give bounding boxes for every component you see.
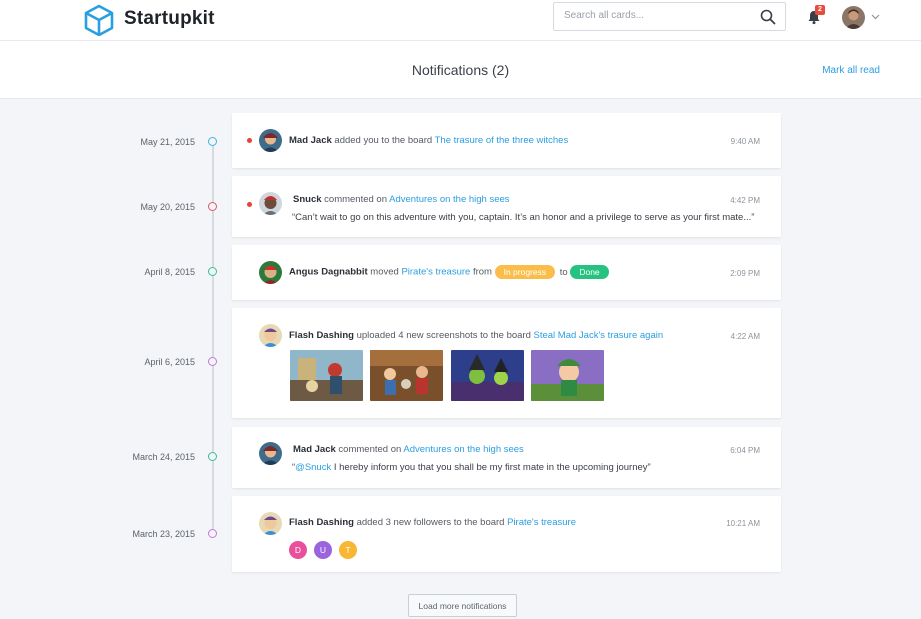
board-link[interactable]: Adventures on the high sees <box>389 194 509 205</box>
top-bar: Startupkit 2 <box>0 0 921 41</box>
timeline-dot <box>208 137 217 146</box>
action-text: added you to the board <box>334 135 433 146</box>
timeline-dot <box>208 202 217 211</box>
page-title: Notifications (2) <box>411 62 510 78</box>
board-link[interactable]: Adventures on the high sees <box>403 444 523 455</box>
notification-text: Snuck commented on Adventures on the hig… <box>293 194 510 205</box>
timestamp: 6:04 PM <box>730 446 760 455</box>
user-name[interactable]: Angus Dagnabbit <box>289 267 368 278</box>
avatar[interactable] <box>259 324 282 347</box>
notification-text: Flash Dashing uploaded 4 new screenshots… <box>289 330 663 341</box>
avatar[interactable] <box>259 129 282 152</box>
avatar[interactable] <box>259 192 282 215</box>
notification-text: Flash Dashing added 3 new followers to t… <box>289 517 576 528</box>
action-text: moved <box>370 266 399 278</box>
notification-card[interactable]: Flash Dashing added 3 new followers to t… <box>232 496 781 572</box>
action-text: commented on <box>324 194 387 205</box>
user-name[interactable]: Flash Dashing <box>289 517 354 528</box>
unread-indicator <box>247 202 252 207</box>
board-link[interactable]: Pirate's treasure <box>507 517 576 528</box>
notification-card[interactable]: Mad Jack commented on Adventures on the … <box>232 427 781 488</box>
action-text: uploaded 4 new screenshots to the board <box>356 330 531 341</box>
notification-card[interactable]: Angus Dagnabbit moved Pirate's treasure … <box>232 245 781 300</box>
notification-text: Mad Jack added you to the board The tras… <box>289 135 568 146</box>
from-text: from <box>472 266 492 278</box>
notification-card[interactable]: Snuck commented on Adventures on the hig… <box>232 176 781 237</box>
mark-all-read-link[interactable]: Mark all read <box>822 65 880 76</box>
status-badge-done: Done <box>570 265 609 279</box>
screenshot-thumbnail[interactable] <box>531 350 604 401</box>
timeline-date: May 20, 2015 <box>140 202 195 212</box>
timeline-date: March 23, 2015 <box>132 529 195 539</box>
timeline-date: April 8, 2015 <box>144 267 195 277</box>
chevron-down-icon[interactable] <box>871 14 880 20</box>
screenshot-thumbnail[interactable] <box>451 350 524 401</box>
notification-card[interactable]: Flash Dashing uploaded 4 new screenshots… <box>232 308 781 418</box>
timeline-date: March 24, 2015 <box>132 452 195 462</box>
page-header: Notifications (2) Mark all read <box>0 41 921 99</box>
action-text: commented on <box>338 444 402 455</box>
card-link[interactable]: Pirate's treasure <box>401 267 470 278</box>
avatar[interactable] <box>259 512 282 535</box>
timeline-line <box>212 141 214 534</box>
timestamp: 10:21 AM <box>726 519 760 528</box>
user-name[interactable]: Mad Jack <box>289 135 332 146</box>
follower-avatar[interactable]: D <box>289 541 307 559</box>
status-badge-in-progress: In progress <box>494 265 556 279</box>
brand-name[interactable]: Startupkit <box>124 8 215 30</box>
timeline-dot <box>208 452 217 461</box>
user-avatar[interactable] <box>842 6 865 29</box>
board-link[interactable]: The trasure of the three witches <box>435 135 569 146</box>
timeline-dot <box>208 357 217 366</box>
timeline-date: April 6, 2015 <box>144 357 195 367</box>
search-box[interactable] <box>553 2 786 31</box>
search-input[interactable] <box>564 10 754 21</box>
screenshot-thumbnail[interactable] <box>370 350 443 401</box>
comment-body: I hereby inform you that you shall be my… <box>331 462 651 473</box>
avatar[interactable] <box>259 442 282 465</box>
timeline-dot <box>208 267 217 276</box>
comment-text: “Can’t wait to go on this adventure with… <box>292 212 755 223</box>
timestamp: 9:40 AM <box>730 137 760 146</box>
notification-text: Angus Dagnabbit moved Pirate's treasure … <box>289 265 609 279</box>
user-name[interactable]: Flash Dashing <box>289 330 354 341</box>
notification-card[interactable]: Mad Jack added you to the board The tras… <box>232 113 781 168</box>
comment-text: “@Snuck I hereby inform you that you sha… <box>292 462 651 473</box>
screenshot-thumbnail[interactable] <box>290 350 363 401</box>
search-icon[interactable] <box>760 9 776 25</box>
avatar[interactable] <box>259 261 282 284</box>
timestamp: 4:22 AM <box>730 332 760 341</box>
timeline-dot <box>208 529 217 538</box>
notification-count-badge: 2 <box>815 5 825 15</box>
load-more-button[interactable]: Load more notifications <box>408 594 517 617</box>
unread-indicator <box>247 138 252 143</box>
mention-link[interactable]: @Snuck <box>295 462 331 473</box>
timeline-date: May 21, 2015 <box>140 137 195 147</box>
user-name[interactable]: Mad Jack <box>293 444 336 455</box>
notification-text: Mad Jack commented on Adventures on the … <box>293 444 524 455</box>
to-text: to <box>559 266 568 278</box>
user-name[interactable]: Snuck <box>293 194 322 205</box>
timestamp: 4:42 PM <box>730 196 760 205</box>
timestamp: 2:09 PM <box>730 269 760 278</box>
follower-avatar[interactable]: U <box>314 541 332 559</box>
cube-logo-icon[interactable] <box>84 4 114 36</box>
board-link[interactable]: Steal Mad Jack's trasure again <box>534 330 664 341</box>
follower-avatar[interactable]: T <box>339 541 357 559</box>
action-text: added 3 new followers to the board <box>356 517 505 528</box>
